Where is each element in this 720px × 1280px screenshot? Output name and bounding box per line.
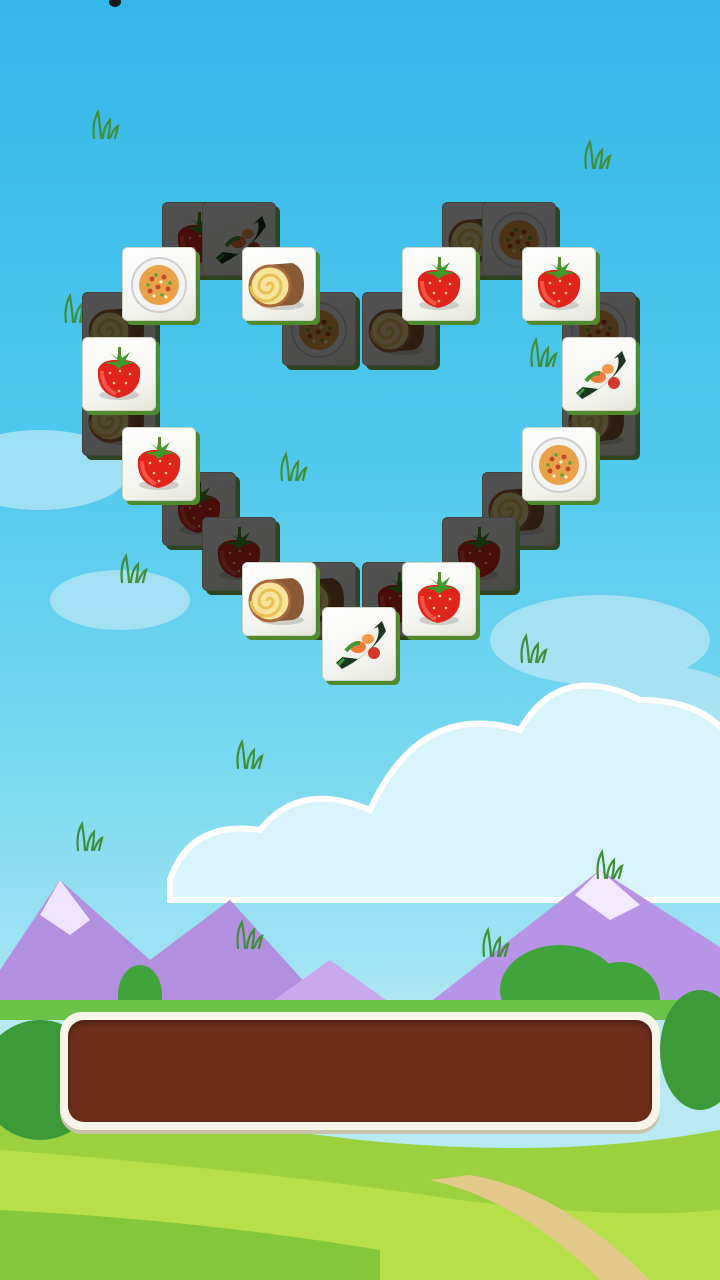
grass-tuft-icon — [530, 336, 558, 368]
grass-tuft-icon — [520, 632, 548, 664]
mahjong-tile-strawberry[interactable] — [402, 247, 482, 327]
mahjong-tile-fried-rice[interactable] — [522, 427, 602, 507]
mahjong-tile-fried-rice[interactable] — [122, 247, 202, 327]
grass-tuft-icon — [236, 918, 264, 950]
grass-tuft-icon — [280, 450, 308, 482]
mahjong-tile-strawberry[interactable] — [402, 562, 482, 642]
mahjong-tile-strawberry[interactable] — [522, 247, 602, 327]
grass-tuft-icon — [120, 552, 148, 584]
grass-tuft-icon — [236, 738, 264, 770]
mahjong-tile-sushi-hand-roll[interactable] — [322, 607, 402, 687]
mahjong-tile-swiss-roll[interactable] — [242, 562, 322, 642]
grass-tuft-icon — [482, 926, 510, 958]
mahjong-tile-strawberry[interactable] — [122, 427, 202, 507]
tray-slots[interactable] — [68, 1020, 652, 1122]
game-stage — [0, 0, 720, 1280]
grass-tuft-icon — [92, 108, 120, 140]
grass-tuft-icon — [76, 820, 104, 852]
mahjong-tile-strawberry[interactable] — [82, 337, 162, 417]
tile-tray — [60, 1012, 660, 1130]
grass-tuft-icon — [596, 848, 624, 880]
top-edge-mark — [109, 0, 121, 7]
grass-tuft-icon — [584, 138, 612, 170]
mahjong-tile-swiss-roll[interactable] — [242, 247, 322, 327]
mahjong-tile-sushi-hand-roll[interactable] — [562, 337, 642, 417]
